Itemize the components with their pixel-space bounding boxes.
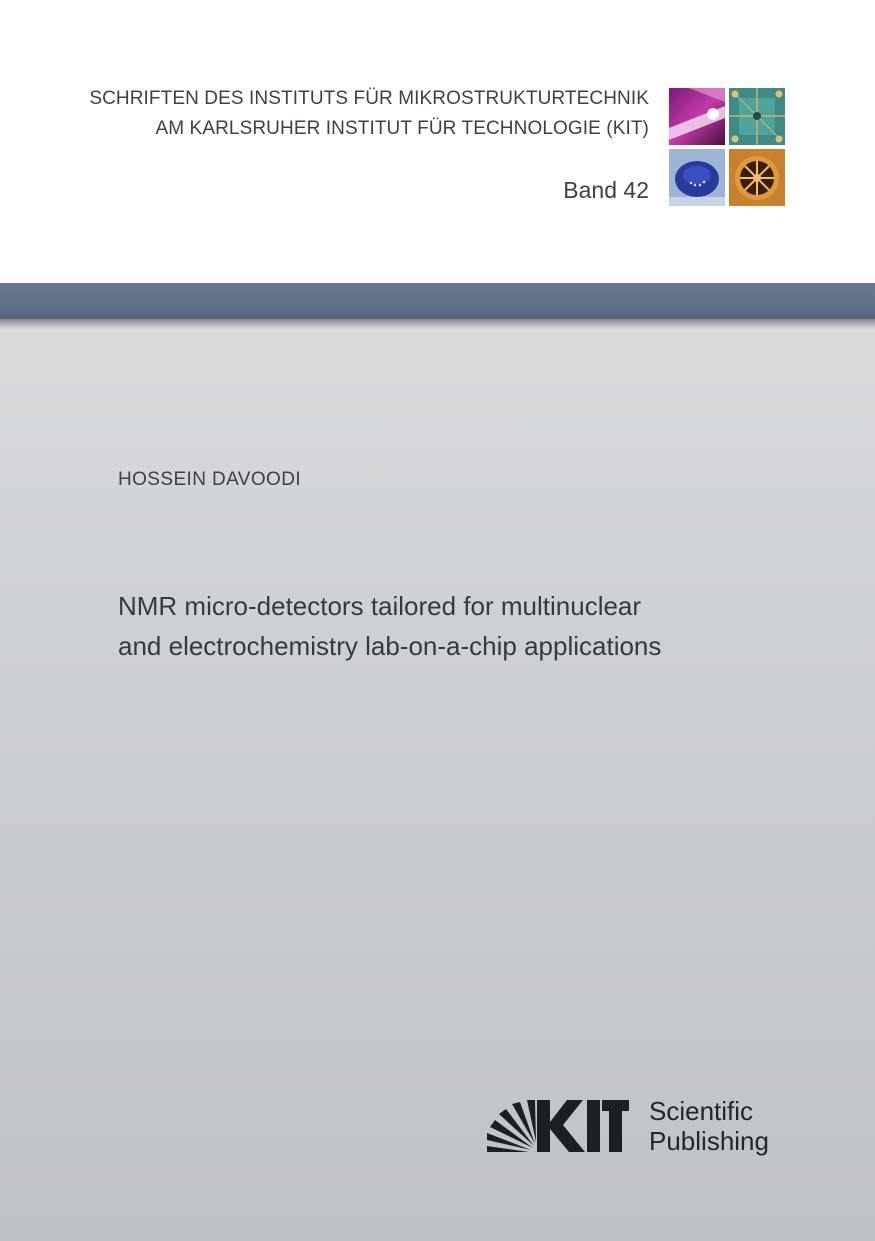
author-name: HOSSEIN DAVOODI (118, 469, 302, 490)
book-title: NMR micro-detectors tailored for multinu… (118, 586, 798, 666)
series-title-line-2: AM KARLSRUHER INSTITUT FÜR TECHNOLOGIE (… (155, 118, 649, 139)
circuit-chip-image (729, 88, 785, 145)
book-title-line-2: and electrochemistry lab-on-a-chip appli… (118, 631, 662, 661)
publisher-line-2: Publishing (649, 1126, 769, 1156)
kit-logo-mark (487, 1100, 629, 1152)
publisher-line-1: Scientific (649, 1096, 754, 1126)
blue-dome-image (669, 149, 725, 206)
book-title-line-1: NMR micro-detectors tailored for multinu… (118, 591, 642, 621)
cover-top-section: SCHRIFTEN DES INSTITUTS FÜR MIKROSTRUKTU… (0, 0, 875, 283)
magenta-laser-image (669, 88, 725, 145)
series-image-tiles (669, 88, 786, 206)
cover-header-bar (0, 283, 875, 319)
kit-scientific-publishing-logo: Scientific Publishing (487, 1096, 797, 1160)
publisher-name: Scientific Publishing (649, 1096, 769, 1156)
volume-number: Band 42 (563, 177, 649, 203)
series-title-line-1: SCHRIFTEN DES INSTITUTS FÜR MIKROSTRUKTU… (89, 88, 649, 109)
amber-microstructure-image (729, 149, 785, 206)
header-bar-shadow (0, 319, 875, 329)
